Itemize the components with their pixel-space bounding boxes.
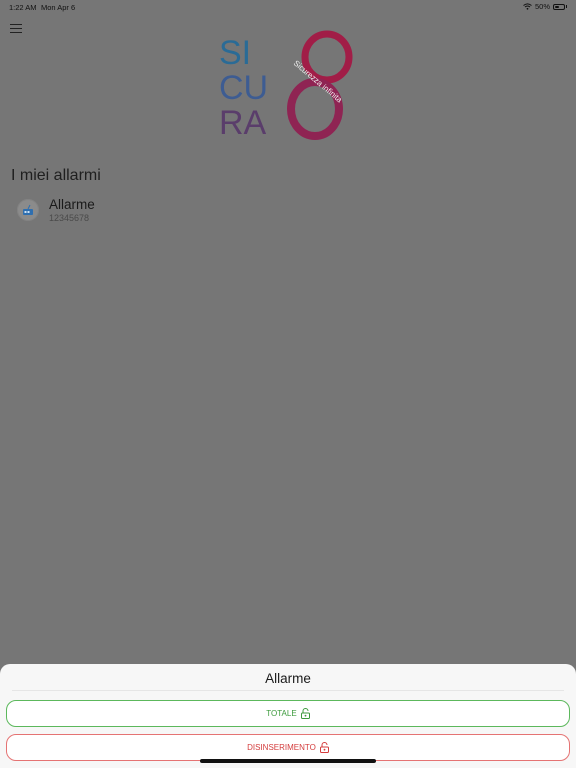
- disinserimento-label: DISINSERIMENTO: [247, 743, 316, 752]
- home-indicator[interactable]: [200, 759, 376, 763]
- sicura8-logo: SI CU RA Sicurezza infinita: [219, 30, 353, 140]
- disinserimento-button[interactable]: DISINSERIMENTO: [6, 734, 570, 761]
- lock-open-icon: [319, 742, 329, 753]
- totale-button[interactable]: TOTALE: [6, 700, 570, 727]
- section-title: I miei allarmi: [11, 167, 101, 184]
- battery-tip: [566, 5, 567, 8]
- battery-percent: 50%: [534, 2, 550, 11]
- status-bar: 1:22 AM Mon Apr 6 50%: [0, 0, 576, 14]
- logo-letters-si: SI: [219, 34, 251, 72]
- alarm-code: 12345678: [49, 213, 90, 223]
- wifi-icon: [523, 3, 532, 10]
- battery-level: [555, 5, 559, 8]
- status-date: Mon Apr 6: [41, 3, 76, 12]
- status-indicators: 50%: [523, 2, 567, 11]
- alarm-name: Allarme: [49, 197, 95, 212]
- battery-icon: [553, 3, 565, 10]
- sheet-title: Allarme: [265, 671, 311, 686]
- alarm-panel-icon: [17, 199, 39, 221]
- menu-line: [10, 24, 22, 25]
- action-sheet: Allarme TOTALE DISINSERIMENTO: [0, 664, 576, 768]
- menu-button[interactable]: [10, 24, 22, 34]
- sheet-divider: [12, 690, 564, 691]
- status-time: 1:22 AM: [9, 3, 37, 12]
- totale-label: TOTALE: [266, 709, 297, 718]
- lock-open-icon: [300, 708, 310, 719]
- logo-letters-ra: RA: [219, 104, 267, 140]
- menu-line: [10, 32, 22, 33]
- logo-letters-cu: CU: [219, 69, 268, 107]
- menu-line: [10, 28, 22, 29]
- alarm-list-item[interactable]: Allarme 12345678: [11, 194, 311, 228]
